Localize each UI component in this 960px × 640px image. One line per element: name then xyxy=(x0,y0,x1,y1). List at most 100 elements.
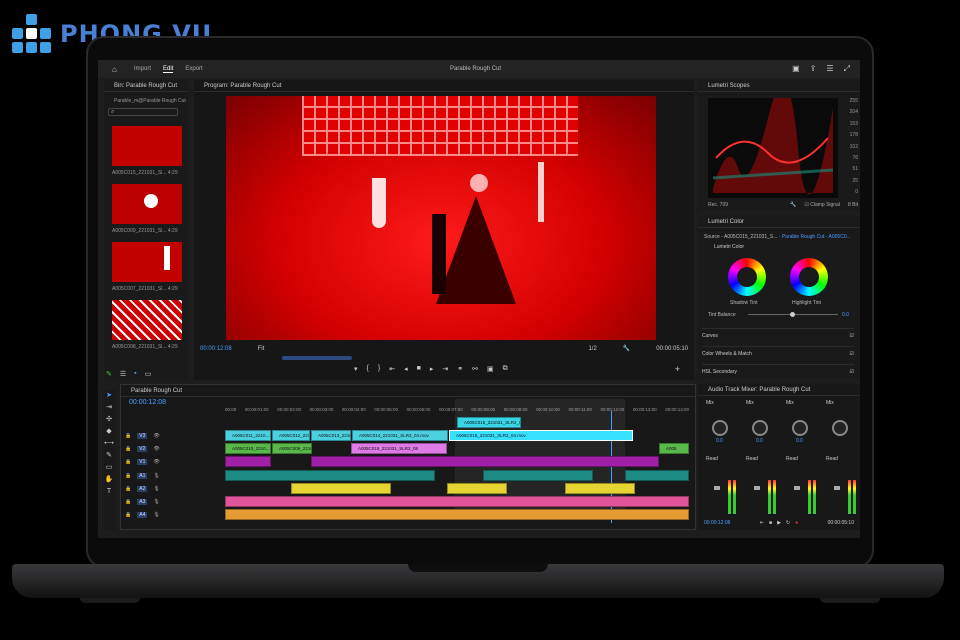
clamp-signal-checkbox[interactable]: ☑ Clamp Signal xyxy=(804,202,840,208)
bit-depth-dropdown[interactable]: 8 Bit xyxy=(848,202,858,208)
ripple-edit-icon[interactable]: ✣ xyxy=(102,414,116,426)
channel-mode-dropdown[interactable]: Mix xyxy=(746,400,782,406)
slip-tool-icon[interactable]: ⟷ xyxy=(102,438,116,450)
add-button-icon[interactable]: + xyxy=(675,364,680,374)
bin-title[interactable]: Bin: Parable Rough Cut xyxy=(114,83,177,89)
tab-export[interactable]: Export xyxy=(185,66,202,72)
lumetri-source[interactable]: Source - A005C015_221031_S... xyxy=(704,234,777,240)
enable-checkbox[interactable]: ☑ xyxy=(850,351,854,364)
lock-icon[interactable]: 🔒 xyxy=(125,446,131,452)
fit-dropdown[interactable]: Fit xyxy=(258,346,265,352)
export-frame-icon[interactable]: ▣ xyxy=(487,365,494,373)
clip-a1[interactable] xyxy=(225,456,271,467)
eye-icon[interactable]: 👁 xyxy=(153,433,159,439)
bin-thumbnail-3[interactable] xyxy=(112,242,182,282)
lumetri-title[interactable]: Lumetri Color xyxy=(708,219,744,225)
track-label[interactable]: A2 xyxy=(137,485,148,492)
mic-icon[interactable]: 🎙 xyxy=(153,499,159,505)
pan-knob[interactable] xyxy=(792,420,808,436)
stop-icon[interactable]: ■ xyxy=(417,365,421,373)
settings-icon[interactable]: ☰ xyxy=(826,64,833,74)
mixer-loop-icon[interactable]: ↻ xyxy=(786,520,790,526)
volume-fader[interactable] xyxy=(754,486,760,490)
channel-mode-dropdown[interactable]: Mix xyxy=(786,400,822,406)
track-label[interactable]: A4 xyxy=(137,511,148,518)
type-tool-icon[interactable]: T xyxy=(102,486,116,498)
bin-thumbnail-4[interactable] xyxy=(112,300,182,340)
eye-icon[interactable]: 👁 xyxy=(153,446,159,452)
lumetri-target[interactable]: Parable Rough Cut - A005C0... xyxy=(782,234,851,240)
bracket-out-icon[interactable]: } xyxy=(378,365,380,373)
pan-knob[interactable] xyxy=(832,420,848,436)
tint-balance-thumb[interactable] xyxy=(790,312,795,317)
clip-v2[interactable]: A005C011_2210... xyxy=(225,430,271,441)
selection-tool-icon[interactable]: ➤ xyxy=(102,390,116,402)
clip-a3[interactable] xyxy=(447,483,507,494)
color-wheels-section[interactable]: Color Wheels & Match ☑ xyxy=(702,346,854,364)
mixer-timecode[interactable]: 00:00:12:08 xyxy=(704,520,730,526)
lock-icon[interactable]: 🔒 xyxy=(125,473,131,479)
automation-mode-dropdown[interactable]: Read xyxy=(706,456,718,462)
clip-v1[interactable]: A005 xyxy=(659,443,689,454)
volume-fader[interactable] xyxy=(794,486,800,490)
lock-icon[interactable]: 🔒 xyxy=(125,486,131,492)
clip-v2[interactable]: A005C013_2210... xyxy=(311,430,351,441)
hsl-secondary-section[interactable]: HSL Secondary ☑ xyxy=(702,364,854,382)
automation-mode-dropdown[interactable]: Read xyxy=(826,456,838,462)
clip-a1[interactable] xyxy=(311,456,659,467)
clip-v2[interactable]: A005C014_221031_SLR2_04.mov xyxy=(352,430,448,441)
clip-a2[interactable] xyxy=(225,470,435,481)
track-header[interactable]: 🔒 V1 👁 xyxy=(125,456,221,467)
clip-a3[interactable] xyxy=(565,483,635,494)
track-label[interactable]: A3 xyxy=(137,498,148,505)
bin-thumbnail-1[interactable] xyxy=(112,126,182,166)
pen-tool-icon[interactable]: ✎ xyxy=(102,450,116,462)
track-header[interactable]: 🔒 V2 👁 xyxy=(125,443,221,454)
clip-a4[interactable] xyxy=(225,496,689,507)
step-forward-icon[interactable]: ▸ xyxy=(430,365,434,373)
extract-icon[interactable]: ⚯ xyxy=(472,365,478,373)
pan-knob[interactable] xyxy=(752,420,768,436)
mixer-go-in-icon[interactable]: ⇤ xyxy=(760,520,764,526)
freeform-view-icon[interactable]: ▭ xyxy=(145,370,152,378)
step-back-icon[interactable]: ◂ xyxy=(404,365,408,373)
automation-mode-dropdown[interactable]: Read xyxy=(746,456,758,462)
clip-a3[interactable] xyxy=(291,483,391,494)
track-label[interactable]: A1 xyxy=(137,472,148,479)
clip-v2-selected[interactable]: A005C016_221031_SLR2_04.mov xyxy=(449,430,633,441)
resolution-dropdown[interactable]: 1/2 xyxy=(588,346,596,352)
track-header[interactable]: 🔒 A1 🎙 xyxy=(125,470,221,481)
scopes-title[interactable]: Lumetri Scopes xyxy=(708,83,750,89)
program-title[interactable]: Program: Parable Rough Cut xyxy=(204,83,281,89)
track-label[interactable]: V2 xyxy=(137,445,148,452)
curves-section[interactable]: Curves ☑ xyxy=(702,328,854,346)
mixer-stop-icon[interactable]: ■ xyxy=(769,520,772,526)
rectangle-tool-icon[interactable]: ▭ xyxy=(102,462,116,474)
mixer-play-icon[interactable]: ▶ xyxy=(777,520,781,526)
program-video-frame[interactable] xyxy=(226,96,656,340)
pan-value[interactable]: 0.0 xyxy=(756,438,763,444)
go-to-out-icon[interactable]: ⇥ xyxy=(442,365,448,373)
clip-a5[interactable] xyxy=(225,509,689,520)
clip-v2[interactable]: A005C012_2210... xyxy=(272,430,310,441)
icon-view-icon[interactable]: ▪ xyxy=(134,370,136,378)
lock-icon[interactable]: 🔒 xyxy=(125,499,131,505)
clip-a2[interactable] xyxy=(625,470,689,481)
enable-checkbox[interactable]: ☑ xyxy=(850,333,854,346)
bin-search-input[interactable]: ⌕ xyxy=(108,108,178,116)
program-zoom-scrollbar[interactable] xyxy=(282,356,352,360)
lock-icon[interactable]: 🔒 xyxy=(125,512,131,518)
eye-icon[interactable]: 👁 xyxy=(153,459,159,465)
pencil-icon[interactable]: ✎ xyxy=(106,370,112,378)
fullscreen-icon[interactable]: ⤢ xyxy=(844,64,850,74)
volume-fader[interactable] xyxy=(834,486,840,490)
volume-fader[interactable] xyxy=(714,486,720,490)
mic-icon[interactable]: 🎙 xyxy=(153,512,159,518)
razor-tool-icon[interactable]: ◆ xyxy=(102,426,116,438)
track-label[interactable]: V1 xyxy=(137,458,148,465)
go-to-in-icon[interactable]: ⇤ xyxy=(389,365,395,373)
mic-icon[interactable]: 🎙 xyxy=(153,486,159,492)
pan-value[interactable]: 0.0 xyxy=(716,438,723,444)
mic-icon[interactable]: 🎙 xyxy=(153,473,159,479)
timeline-timecode[interactable]: 00:00:12:08 xyxy=(129,399,166,406)
